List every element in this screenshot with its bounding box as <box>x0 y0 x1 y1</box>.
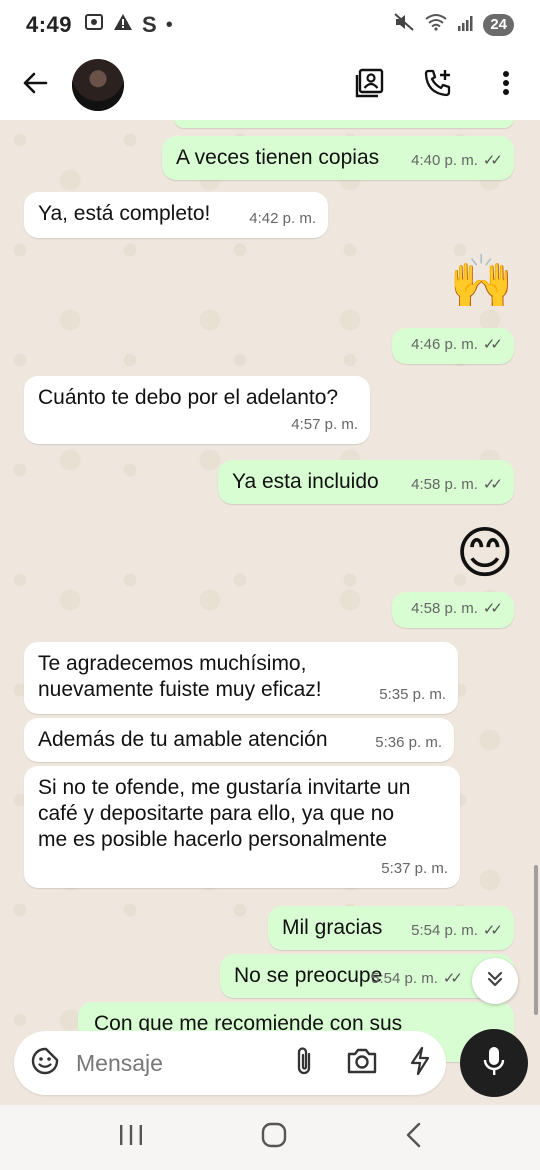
message-meta: 5:36 p. m. <box>375 730 442 756</box>
read-receipt-icon: ✓✓ <box>482 336 503 353</box>
s-app-icon: S <box>142 12 157 37</box>
message-meta: 5:54 p. m. ✓✓ <box>371 966 463 992</box>
message-time: 4:57 p. m. <box>291 416 358 433</box>
message-meta: 5:54 p. m. ✓✓ <box>411 918 503 944</box>
read-receipt-icon: ✓✓ <box>482 600 503 617</box>
home-icon[interactable] <box>261 1122 287 1153</box>
status-notification-icons: S • <box>84 12 173 38</box>
message-input[interactable]: Mensaje <box>76 1050 292 1077</box>
message-bubble-outgoing[interactable]: 4:46 p. m. ✓✓ <box>392 328 514 364</box>
wifi-icon <box>425 13 447 37</box>
microphone-icon <box>482 1045 506 1082</box>
message-bubble-outgoing[interactable]: 4:58 p. m. ✓✓ <box>392 592 514 628</box>
attach-clip-icon[interactable] <box>292 1045 316 1082</box>
message-bubble-partial-top <box>174 120 514 128</box>
message-time: 5:54 p. m. <box>371 970 438 987</box>
message-compose-bar: Mensaje <box>14 1031 446 1095</box>
message-meta: 4:58 p. m. ✓✓ <box>411 596 503 622</box>
scroll-to-bottom-button[interactable] <box>472 958 518 1004</box>
status-bar: 4:49 S • 24 <box>0 0 540 50</box>
contact-card-button[interactable] <box>336 50 404 120</box>
message-bubble-outgoing[interactable]: Mil gracias 5:54 p. m. ✓✓ <box>268 906 514 950</box>
chat-messages[interactable]: A veces tienen copias 4:40 p. m. ✓✓ Ya, … <box>0 120 540 1105</box>
back-nav-icon[interactable] <box>404 1122 422 1153</box>
message-bubble-outgoing[interactable]: A veces tienen copias 4:40 p. m. ✓✓ <box>162 136 514 180</box>
message-meta: 4:58 p. m. ✓✓ <box>411 472 503 498</box>
system-navigation-bar <box>0 1105 540 1170</box>
read-receipt-icon: ✓✓ <box>482 476 503 493</box>
message-time: 4:40 p. m. <box>411 152 478 169</box>
message-meta: 4:46 p. m. ✓✓ <box>411 332 503 358</box>
add-call-icon <box>423 68 453 103</box>
message-bubble-outgoing[interactable]: No se preocupe 5:54 p. m. ✓✓ <box>220 954 514 998</box>
scrollbar[interactable] <box>534 865 538 1015</box>
read-receipt-icon: ✓✓ <box>482 152 503 169</box>
lightning-icon[interactable] <box>408 1046 432 1081</box>
add-call-button[interactable] <box>404 50 472 120</box>
smiling-face-emoji: 😊 <box>455 521 514 584</box>
message-time: 4:46 p. m. <box>411 336 478 353</box>
back-button[interactable] <box>0 50 70 120</box>
message-time: 5:36 p. m. <box>375 734 442 751</box>
message-bubble-incoming[interactable]: Además de tu amable atención 5:36 p. m. <box>24 718 454 762</box>
recent-apps-icon[interactable] <box>118 1123 144 1152</box>
message-bubble-outgoing[interactable]: Ya esta incluido 4:58 p. m. ✓✓ <box>218 460 514 504</box>
read-receipt-icon: ✓✓ <box>482 922 503 939</box>
mute-icon <box>393 12 415 38</box>
camera-icon[interactable] <box>346 1047 378 1080</box>
message-time: 4:58 p. m. <box>411 600 478 617</box>
double-chevron-down-icon <box>485 969 505 994</box>
message-bubble-incoming[interactable]: Cuánto te debo por el adelanto? 4:57 p. … <box>24 376 370 444</box>
message-meta: 5:37 p. m. <box>381 856 448 882</box>
battery-badge: 24 <box>483 14 514 36</box>
signal-icon <box>457 13 473 37</box>
screen-capture-icon <box>84 12 104 38</box>
contact-avatar[interactable] <box>72 59 124 111</box>
contact-card-icon <box>355 68 385 103</box>
message-time: 4:42 p. m. <box>249 210 316 227</box>
message-meta: 4:40 p. m. ✓✓ <box>411 148 503 174</box>
warning-icon <box>113 12 133 38</box>
chat-header <box>0 50 540 120</box>
message-time: 5:37 p. m. <box>381 860 448 877</box>
status-time: 4:49 <box>26 12 73 37</box>
message-time: 5:35 p. m. <box>379 686 446 703</box>
message-meta: 4:42 p. m. <box>249 206 316 232</box>
message-bubble-incoming[interactable]: Te agradecemos muchísimo, nuevamente fui… <box>24 642 458 714</box>
message-bubble-incoming[interactable]: Ya, está completo! 4:42 p. m. <box>24 192 328 238</box>
voice-message-button[interactable] <box>460 1029 528 1097</box>
read-receipt-icon: ✓✓ <box>442 970 463 987</box>
raising-hands-emoji: 🙌 <box>449 253 514 311</box>
message-time: 5:54 p. m. <box>411 922 478 939</box>
message-bubble-incoming[interactable]: Si no te ofende, me gustaría invitarte u… <box>24 766 460 888</box>
message-text: Cuánto te debo por el adelanto? <box>38 386 339 409</box>
status-dot: • <box>165 13 173 36</box>
more-vert-icon <box>502 70 510 101</box>
message-meta: 5:35 p. m. <box>379 682 446 708</box>
back-arrow-icon <box>22 71 48 100</box>
more-options-button[interactable] <box>472 50 540 120</box>
message-text: Si no te ofende, me gustaría invitarte u… <box>38 776 411 851</box>
message-time: 4:58 p. m. <box>411 476 478 493</box>
sticker-icon[interactable] <box>30 1046 60 1081</box>
message-meta: 4:57 p. m. <box>291 412 358 438</box>
